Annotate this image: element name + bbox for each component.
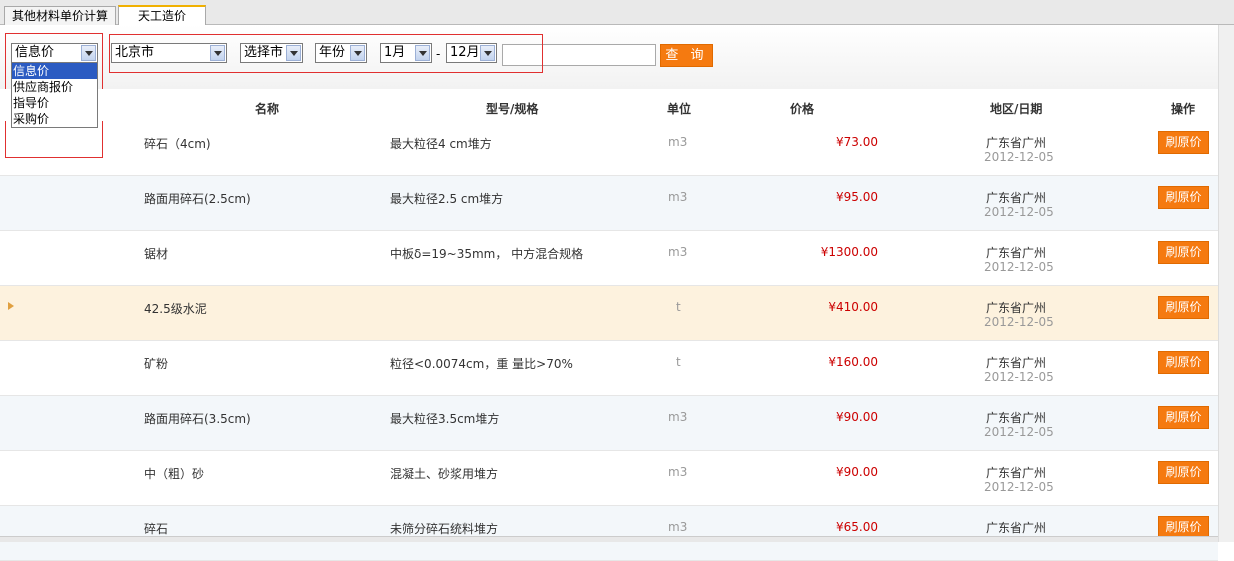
- cell-date: 2012-12-05: [984, 425, 1054, 439]
- dropdown-option[interactable]: 供应商报价: [12, 79, 97, 95]
- price-type-dropdown-list: 信息价 供应商报价 指导价 采购价: [11, 62, 98, 128]
- cell-price: ¥160.00: [828, 355, 878, 369]
- refresh-price-button[interactable]: 刷原价: [1158, 241, 1209, 264]
- cell-name: 中（粗）砂: [144, 467, 205, 481]
- refresh-price-button[interactable]: 刷原价: [1158, 351, 1209, 374]
- cell-price: ¥410.00: [828, 300, 878, 314]
- table-row-selected[interactable]: 42.5级水泥 t ¥410.00 广东省广州 2012-12-05 刷原价: [0, 286, 1218, 341]
- horizontal-scrollbar[interactable]: [0, 536, 1218, 542]
- cell-unit: m3: [668, 520, 688, 534]
- cell-unit: m3: [668, 190, 688, 204]
- cell-region: 广东省广州: [986, 136, 1047, 150]
- cell-spec: 粒径<0.0074cm，重 量比>70%: [390, 357, 573, 371]
- cell-region: 广东省广州: [986, 521, 1047, 535]
- cell-region: 广东省广州: [986, 191, 1047, 205]
- row-selected-arrow-icon: [8, 302, 14, 310]
- cell-date: 2012-12-05: [984, 150, 1054, 164]
- cell-price: ¥95.00: [836, 190, 878, 204]
- highlight-box-region-date: [109, 34, 543, 73]
- cell-spec: 最大粒径4 cm堆方: [390, 137, 492, 151]
- cell-price: ¥73.00: [836, 135, 878, 149]
- cell-price: ¥1300.00: [820, 245, 878, 259]
- cell-date: 2012-12-05: [984, 480, 1054, 494]
- refresh-price-button[interactable]: 刷原价: [1158, 131, 1209, 154]
- tab-other-material-price[interactable]: 其他材料单价计算: [4, 6, 116, 25]
- header-unit: 单位: [667, 102, 692, 116]
- table-row[interactable]: 中（粗）砂 混凝土、砂浆用堆方 m3 ¥90.00 广东省广州 2012-12-…: [0, 451, 1218, 506]
- dropdown-option[interactable]: 采购价: [12, 111, 97, 127]
- cell-spec: 中板δ=19~35mm， 中方混合规格: [390, 247, 584, 261]
- table-row[interactable]: 矿粉 粒径<0.0074cm，重 量比>70% t ¥160.00 广东省广州 …: [0, 341, 1218, 396]
- cell-date: 2012-12-05: [984, 315, 1054, 329]
- refresh-price-button[interactable]: 刷原价: [1158, 186, 1209, 209]
- query-button[interactable]: 查 询: [660, 44, 713, 67]
- header-action: 操作: [1171, 102, 1196, 116]
- cell-unit: m3: [668, 465, 688, 479]
- cell-name: 路面用碎石(2.5cm): [144, 192, 251, 206]
- table-row[interactable]: 碎石 未筛分碎石统料堆方 m3 ¥65.00 广东省广州 刷原价: [0, 506, 1218, 561]
- table-row[interactable]: 锯材 中板δ=19~35mm， 中方混合规格 m3 ¥1300.00 广东省广州…: [0, 231, 1218, 286]
- vertical-scrollbar[interactable]: [1218, 25, 1234, 542]
- cell-name: 碎石: [144, 522, 169, 536]
- dropdown-option[interactable]: 信息价: [12, 63, 97, 79]
- cell-spec: 未筛分碎石统料堆方: [390, 522, 499, 536]
- refresh-price-button[interactable]: 刷原价: [1158, 461, 1209, 484]
- cell-price: ¥90.00: [836, 410, 878, 424]
- cell-price: ¥90.00: [836, 465, 878, 479]
- table-body: 碎石（4cm) 最大粒径4 cm堆方 m3 ¥73.00 广东省广州 2012-…: [0, 121, 1218, 561]
- tab-tiangong-cost[interactable]: 天工造价: [118, 5, 206, 26]
- cell-name: 42.5级水泥: [144, 302, 207, 316]
- cell-unit: m3: [668, 135, 688, 149]
- cell-date: 2012-12-05: [984, 370, 1054, 384]
- cell-region: 广东省广州: [986, 356, 1047, 370]
- table-row[interactable]: 路面用碎石(3.5cm) 最大粒径3.5cm堆方 m3 ¥90.00 广东省广州…: [0, 396, 1218, 451]
- cell-date: 2012-12-05: [984, 205, 1054, 219]
- cell-spec: 混凝土、砂浆用堆方: [390, 467, 499, 481]
- cell-spec: 最大粒径3.5cm堆方: [390, 412, 500, 426]
- cell-name: 矿粉: [144, 357, 169, 371]
- cell-unit: t: [676, 355, 681, 369]
- table-row[interactable]: 碎石（4cm) 最大粒径4 cm堆方 m3 ¥73.00 广东省广州 2012-…: [0, 121, 1218, 176]
- cell-name: 路面用碎石(3.5cm): [144, 412, 251, 426]
- table-row[interactable]: 路面用碎石(2.5cm) 最大粒径2.5 cm堆方 m3 ¥95.00 广东省广…: [0, 176, 1218, 231]
- cell-spec: 最大粒径2.5 cm堆方: [390, 192, 504, 206]
- header-name: 名称: [255, 102, 280, 116]
- cell-region: 广东省广州: [986, 301, 1047, 315]
- cell-name: 碎石（4cm): [144, 137, 211, 151]
- cell-unit: m3: [668, 410, 688, 424]
- cell-unit: m3: [668, 245, 688, 259]
- tab-bar: 其他材料单价计算 天工造价: [0, 0, 1234, 26]
- header-price: 价格: [790, 102, 815, 116]
- dropdown-option[interactable]: 指导价: [12, 95, 97, 111]
- cell-region: 广东省广州: [986, 246, 1047, 260]
- cell-region: 广东省广州: [986, 466, 1047, 480]
- header-region-date: 地区/日期: [990, 102, 1043, 116]
- cell-price: ¥65.00: [836, 520, 878, 534]
- table-header: 名称 型号/规格 单位 价格 地区/日期 操作: [0, 89, 1218, 121]
- cell-date: 2012-12-05: [984, 260, 1054, 274]
- filter-panel: 信息价 北京市 选择市 年份 1月 - 12月 查 询: [0, 25, 1234, 158]
- header-spec: 型号/规格: [486, 102, 539, 116]
- cell-region: 广东省广州: [986, 411, 1047, 425]
- cell-unit: t: [676, 300, 681, 314]
- refresh-price-button[interactable]: 刷原价: [1158, 406, 1209, 429]
- cell-name: 锯材: [144, 247, 169, 261]
- refresh-price-button[interactable]: 刷原价: [1158, 296, 1209, 319]
